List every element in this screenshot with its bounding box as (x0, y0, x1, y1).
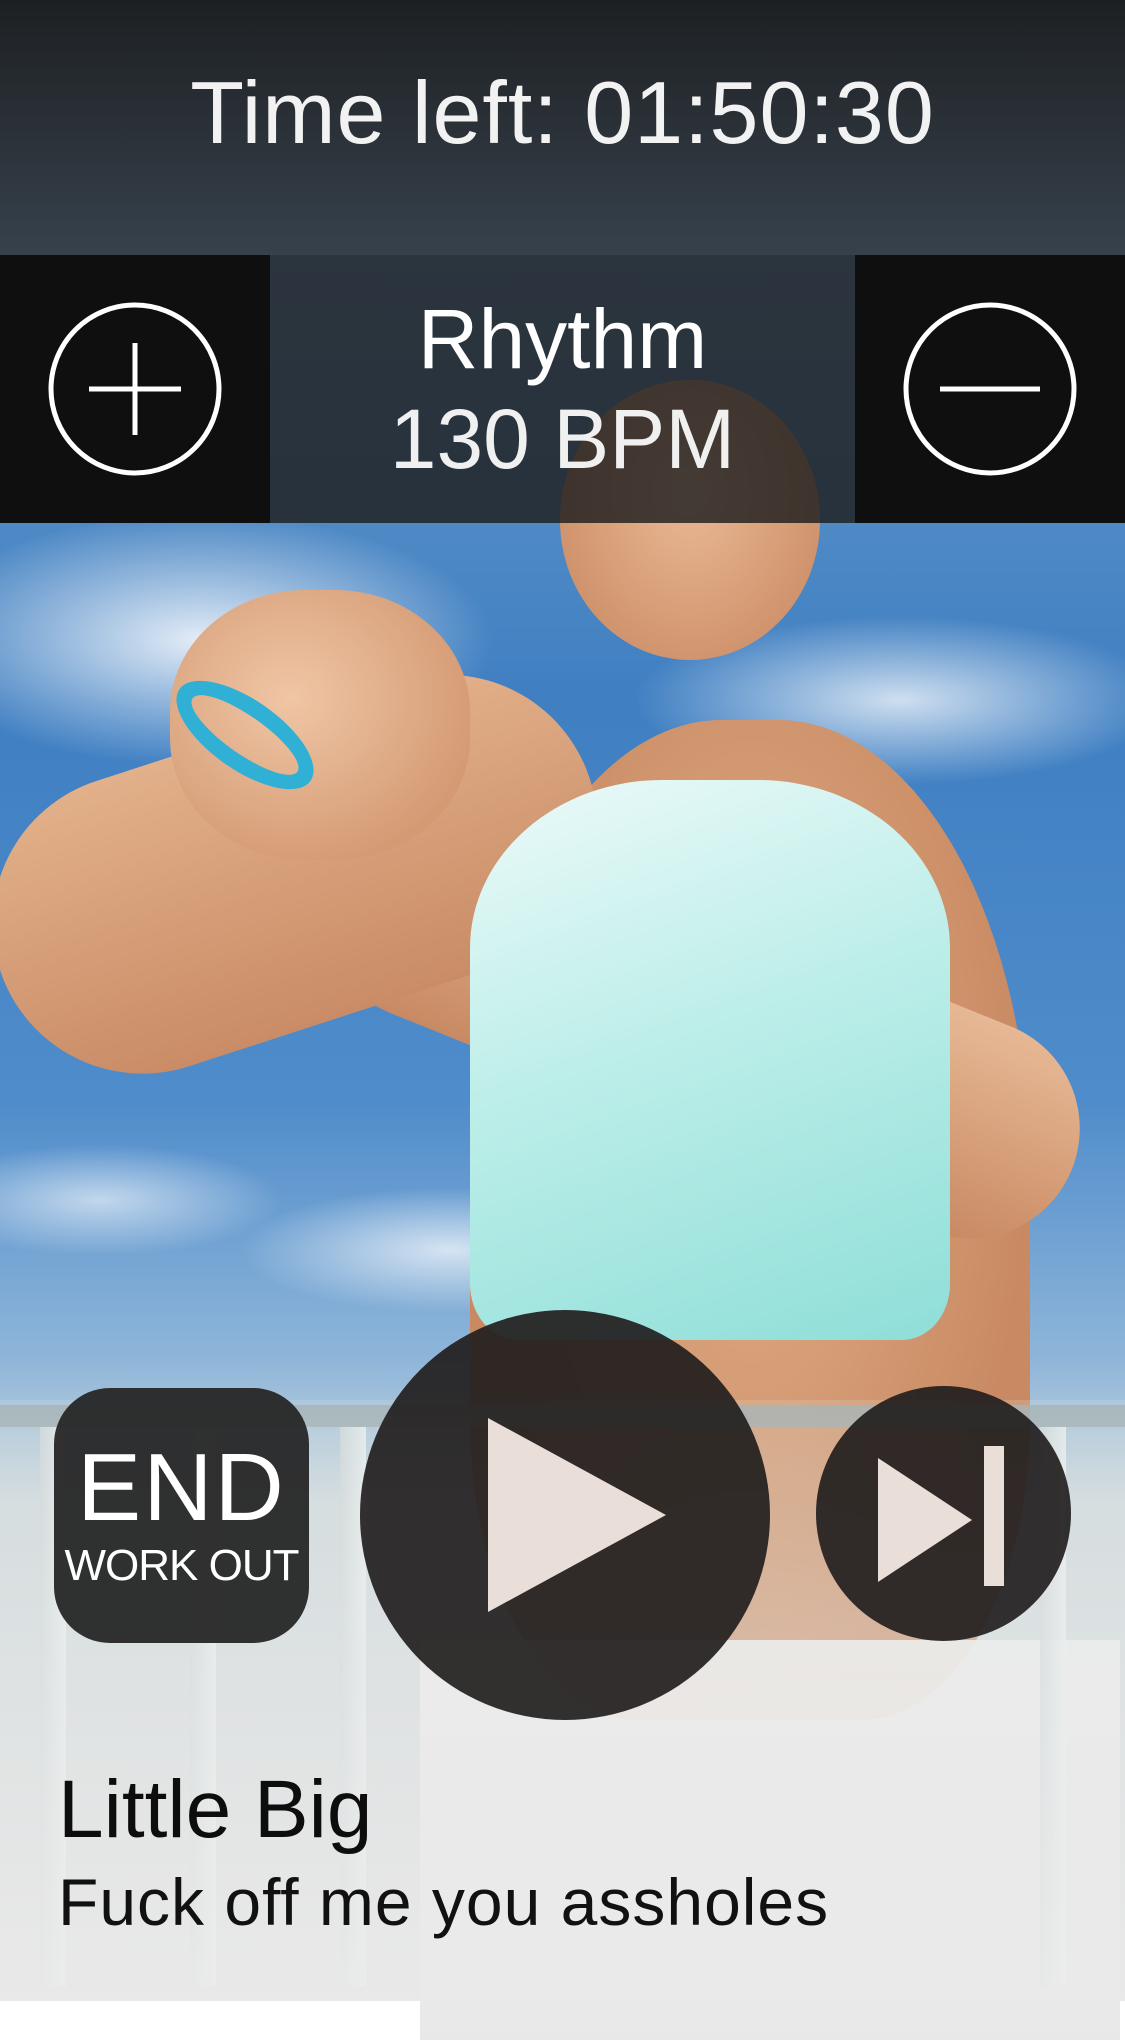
workout-label: WORK OUT (64, 1540, 300, 1590)
time-left-text: Time left: 01:50:30 (190, 62, 935, 162)
end-workout-button[interactable]: END WORK OUT (54, 1388, 309, 1643)
bpm-value: 130 BPM (389, 392, 736, 486)
track-title: Fuck off me you assholes (58, 1865, 830, 1939)
play-icon (488, 1418, 666, 1612)
plus-circle-icon (48, 302, 222, 476)
runner-sports-top (470, 780, 950, 1340)
rhythm-control: Rhythm 130 BPM (0, 255, 1125, 523)
decrease-bpm-button[interactable] (855, 255, 1125, 523)
timer-bar: Time left: 01:50:30 (0, 0, 1125, 255)
minus-circle-icon (903, 302, 1077, 476)
rhythm-display: Rhythm 130 BPM (270, 255, 855, 523)
skip-next-button[interactable] (816, 1386, 1071, 1641)
track-artist: Little Big (58, 1764, 373, 1855)
play-button[interactable] (360, 1310, 770, 1720)
increase-bpm-button[interactable] (0, 255, 270, 523)
end-label: END (77, 1433, 286, 1541)
skip-next-icon (878, 1446, 1004, 1586)
rhythm-label: Rhythm (417, 292, 708, 386)
